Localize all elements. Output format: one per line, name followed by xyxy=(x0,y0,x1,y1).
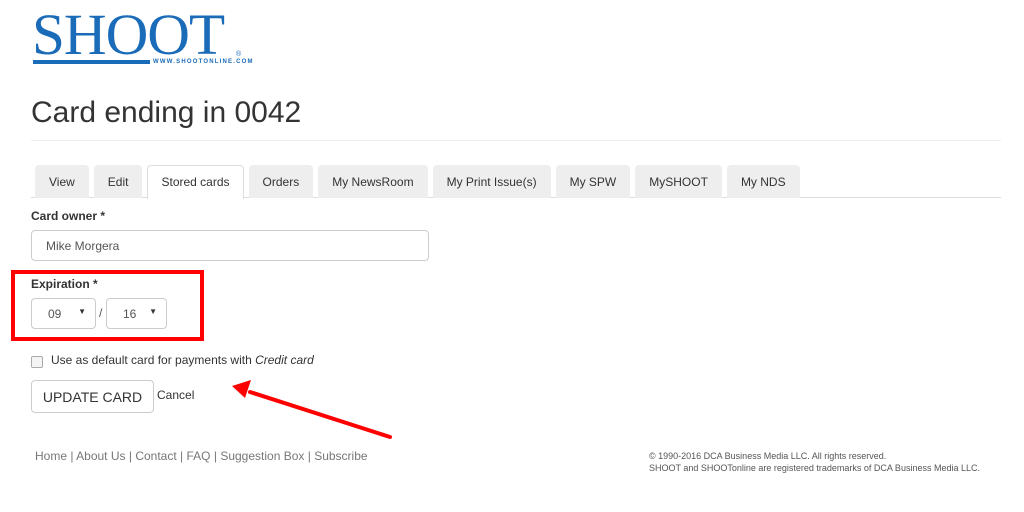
copyright-line-2: SHOOT and SHOOTonline are registered tra… xyxy=(649,463,980,473)
default-card-label[interactable]: Use as default card for payments with Cr… xyxy=(51,353,314,367)
footer-link-contact[interactable]: Contact xyxy=(135,449,176,463)
annotation-highlight-box xyxy=(11,270,204,341)
logo-underline xyxy=(33,60,150,64)
account-tabs: View Edit Stored cards Orders My NewsRoo… xyxy=(35,165,805,199)
annotation-arrow-shaft xyxy=(248,390,392,439)
logo-registered-mark: ® xyxy=(236,51,242,58)
card-owner-label-text: Card owner xyxy=(31,209,98,223)
tab-my-newsroom[interactable]: My NewsRoom xyxy=(318,165,428,198)
card-owner-input[interactable] xyxy=(31,230,429,261)
annotation-arrow-head xyxy=(232,380,251,398)
shoot-logo[interactable]: SHOOT ® WWW.SHOOTONLINE.COM xyxy=(32,6,252,66)
footer-separator: | xyxy=(70,449,74,463)
copyright-notice: © 1990-2016 DCA Business Media LLC. All … xyxy=(649,450,980,474)
footer-separator: | xyxy=(180,449,184,463)
card-owner-label: Card owner * xyxy=(31,209,105,223)
footer-links: Home | About Us | Contact | FAQ | Sugges… xyxy=(35,449,368,463)
default-card-label-text: Use as default card for payments with xyxy=(51,353,256,367)
footer-link-home[interactable]: Home xyxy=(35,449,67,463)
cancel-link[interactable]: Cancel xyxy=(157,388,194,402)
tab-my-spw[interactable]: My SPW xyxy=(555,165,631,198)
tab-edit[interactable]: Edit xyxy=(93,165,143,198)
page-title: Card ending in 0042 xyxy=(31,96,302,129)
tab-stored-cards[interactable]: Stored cards xyxy=(147,165,244,199)
tab-my-print-issues[interactable]: My Print Issue(s) xyxy=(432,165,551,198)
footer-link-about-us[interactable]: About Us xyxy=(76,449,125,463)
footer-separator: | xyxy=(307,449,311,463)
tab-orders[interactable]: Orders xyxy=(248,165,314,198)
tab-myshoot[interactable]: MySHOOT xyxy=(635,165,722,198)
default-card-label-emphasis: Credit card xyxy=(255,353,314,367)
footer-link-faq[interactable]: FAQ xyxy=(187,449,211,463)
copyright-line-1: © 1990-2016 DCA Business Media LLC. All … xyxy=(649,451,887,461)
footer-link-subscribe[interactable]: Subscribe xyxy=(314,449,367,463)
required-mark: * xyxy=(100,209,106,223)
footer-link-suggestion-box[interactable]: Suggestion Box xyxy=(220,449,304,463)
update-card-button[interactable]: UPDATE CARD xyxy=(31,380,154,413)
tab-my-nds[interactable]: My NDS xyxy=(726,165,800,198)
title-divider xyxy=(31,140,1001,141)
footer-separator: | xyxy=(128,449,132,463)
logo-text: SHOOT xyxy=(32,2,225,67)
footer-separator: | xyxy=(213,449,217,463)
default-card-checkbox[interactable] xyxy=(31,356,43,368)
tab-view[interactable]: View xyxy=(35,165,89,198)
logo-url: WWW.SHOOTONLINE.COM xyxy=(153,59,254,65)
